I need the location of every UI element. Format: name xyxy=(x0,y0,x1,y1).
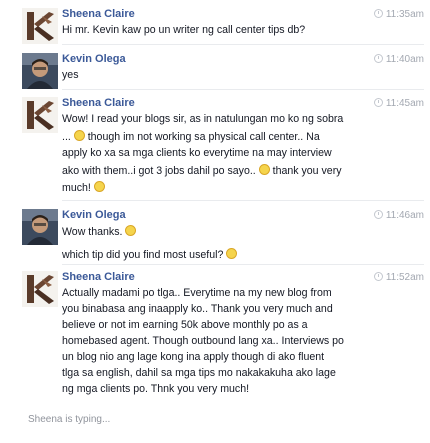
sender-name[interactable]: Kevin Olega xyxy=(62,209,126,221)
timestamp: 11:35am xyxy=(373,9,424,20)
avatar-sheena[interactable] xyxy=(22,8,58,44)
message-text: un blog nio ang lage kong ina apply thou… xyxy=(62,351,325,363)
timestamp: 11:52am xyxy=(373,272,424,283)
clock-icon xyxy=(373,98,383,107)
clock-icon xyxy=(373,9,383,18)
message-text: Hi mr. Kevin kaw po un writer ng call ce… xyxy=(62,24,306,36)
divider xyxy=(62,44,424,45)
kevin-avatar-icon xyxy=(22,53,58,89)
sender-name[interactable]: Sheena Claire xyxy=(62,271,135,283)
message-text: yes xyxy=(62,69,79,81)
clock-icon xyxy=(373,54,383,63)
message-text: Wow! I read your blogs sir, as in natulu… xyxy=(62,113,344,125)
timestamp: 11:46am xyxy=(373,210,424,221)
typing-indicator: Sheena is typing... xyxy=(28,414,111,425)
smiley-icon xyxy=(125,225,137,236)
smiley-icon xyxy=(73,130,85,141)
avatar-sheena[interactable] xyxy=(22,97,58,133)
divider xyxy=(62,200,424,201)
avatar-kevin[interactable] xyxy=(22,53,58,89)
message-text: homebased agent. Though outbound lang xa… xyxy=(62,335,344,347)
message-text: ako with them..i got 3 jobs dahil po say… xyxy=(62,164,342,177)
smiley-icon xyxy=(258,164,270,175)
message-text: Actually madami po tlga.. Everytime na m… xyxy=(62,287,332,299)
chat-thread: Sheena Claire 11:35am Hi mr. Kevin kaw p… xyxy=(0,0,430,443)
clock-icon xyxy=(373,210,383,219)
sheena-logo-icon xyxy=(22,8,58,44)
divider xyxy=(62,89,424,90)
avatar-sheena[interactable] xyxy=(22,271,58,307)
sheena-logo-icon xyxy=(22,271,58,307)
message-text: apply ko xa sa mga clients ko everytime … xyxy=(62,147,332,159)
kevin-avatar-icon xyxy=(22,209,58,245)
smiley-icon xyxy=(93,181,105,192)
message-text: you binabasa ang inaapply ko.. Thank you… xyxy=(62,303,333,315)
message-text: Wow thanks. xyxy=(62,225,137,238)
timestamp: 11:45am xyxy=(373,98,424,109)
clock-icon xyxy=(373,272,383,281)
message-text: much! xyxy=(62,181,105,194)
sender-name[interactable]: Sheena Claire xyxy=(62,97,135,109)
smiley-icon xyxy=(226,248,238,259)
message-text: ... though im not working sa physical ca… xyxy=(62,130,320,143)
timestamp: 11:40am xyxy=(373,54,424,65)
message-text: believe or not im earning 50k above mont… xyxy=(62,319,308,331)
message-text: tlga sa english, dahil sa mga tips mo na… xyxy=(62,367,336,379)
avatar-kevin[interactable] xyxy=(22,209,58,245)
divider xyxy=(62,264,424,265)
sender-name[interactable]: Sheena Claire xyxy=(62,8,135,20)
sender-name[interactable]: Kevin Olega xyxy=(62,53,126,65)
message-text: ng mga clients po. Thnk you very much! xyxy=(62,383,250,395)
message-text: which tip did you find most useful? xyxy=(62,248,238,261)
sheena-logo-icon xyxy=(22,97,58,133)
